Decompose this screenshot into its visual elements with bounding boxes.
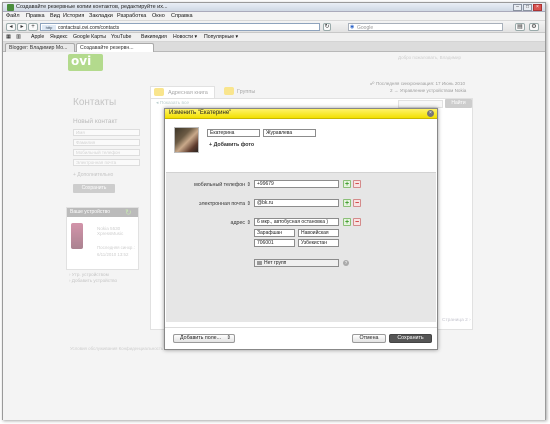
- bookmark-popular[interactable]: Популярные ▾: [204, 34, 238, 40]
- add-photo-link[interactable]: + Добавить фото: [209, 142, 254, 148]
- protocol-badge: http: [42, 25, 56, 30]
- search-box[interactable]: ◉ Google: [348, 23, 503, 31]
- address-label[interactable]: адрес ⇕: [185, 220, 252, 226]
- maximize-button[interactable]: □: [523, 4, 532, 11]
- menu-bar: Файл Правка Вид История Закладки Разрабо…: [3, 12, 545, 21]
- add-address-icon[interactable]: +: [343, 218, 351, 226]
- close-button[interactable]: ×: [533, 4, 542, 11]
- bookmark-apple[interactable]: Apple: [31, 34, 44, 40]
- search-placeholder: Google: [357, 25, 374, 31]
- address-region-field[interactable]: Навоийская: [298, 229, 339, 237]
- email-field[interactable]: @bk.ru: [254, 199, 339, 207]
- back-icon[interactable]: ◂: [6, 23, 16, 31]
- dialog-fields-area: [166, 172, 436, 322]
- bookmarks-icon[interactable]: ▦: [6, 34, 11, 40]
- tab-ovi-contacts[interactable]: Создавайте резервн...: [76, 43, 154, 52]
- menu-window[interactable]: Окно: [152, 13, 165, 19]
- forward-icon[interactable]: ▸: [17, 23, 27, 31]
- add-email-icon[interactable]: +: [343, 199, 351, 207]
- help-icon[interactable]: ?: [343, 260, 349, 266]
- group-icon: [257, 260, 262, 265]
- phone-label[interactable]: мобильный телефон ⇕: [185, 182, 251, 188]
- remove-address-icon[interactable]: −: [353, 218, 361, 226]
- first-name-field[interactable]: Екатерина: [207, 129, 260, 137]
- close-dialog-icon[interactable]: ×: [427, 110, 434, 117]
- settings-gear-icon[interactable]: ⚙: [529, 23, 539, 31]
- app-icon: [7, 4, 14, 11]
- bookmark-news[interactable]: Новости ▾: [173, 34, 197, 40]
- reload-icon[interactable]: ↻: [323, 23, 331, 31]
- menu-file[interactable]: Файл: [6, 13, 20, 19]
- email-label[interactable]: электронная почта ⇕: [185, 201, 251, 207]
- save-button[interactable]: Сохранить: [389, 334, 432, 343]
- menu-history[interactable]: История: [63, 13, 84, 19]
- edit-contact-dialog: Изменить "Екатерине" × Екатерина Журавле…: [164, 108, 438, 350]
- page-menu-icon[interactable]: ▤: [515, 23, 525, 31]
- minimize-button[interactable]: –: [513, 4, 522, 11]
- address-bar[interactable]: http contactsui.ovi.com/contacts: [40, 23, 320, 31]
- tab-blogger[interactable]: Blogger: Владимир Мо...: [5, 43, 75, 52]
- window-title: Создавайте резервные копии контактов, ре…: [16, 4, 168, 10]
- dialog-footer: Добавить поле... ⇕ Отмена Сохранить: [165, 327, 437, 349]
- title-bar: Создавайте резервные копии контактов, ре…: [3, 3, 545, 12]
- bookmark-wikipedia[interactable]: Википедия: [141, 34, 167, 40]
- remove-email-icon[interactable]: −: [353, 199, 361, 207]
- add-phone-icon[interactable]: +: [343, 180, 351, 188]
- chevron-down-icon: ⇕: [226, 335, 231, 341]
- menu-view[interactable]: Вид: [50, 13, 60, 19]
- tab-bar: Blogger: Владимир Мо... Создавайте резер…: [3, 42, 545, 52]
- address-street-field[interactable]: 6 мкр., автобусная остановка ): [254, 218, 339, 226]
- phone-field[interactable]: +99679: [254, 180, 339, 188]
- contact-photo[interactable]: [174, 127, 199, 153]
- remove-phone-icon[interactable]: −: [353, 180, 361, 188]
- dialog-header: Изменить "Екатерине" ×: [165, 109, 437, 119]
- address-country-field[interactable]: Узбекистан: [298, 239, 339, 247]
- add-field-dropdown[interactable]: Добавить поле... ⇕: [173, 334, 235, 343]
- top-sites-icon[interactable]: ▥: [16, 34, 21, 40]
- address-city-field[interactable]: Зарафшан: [254, 229, 295, 237]
- bookmark-youtube[interactable]: YouTube: [111, 34, 131, 40]
- group-select[interactable]: Нет групп: [254, 259, 339, 267]
- bookmark-google-maps[interactable]: Google Карты: [73, 34, 106, 40]
- menu-edit[interactable]: Правка: [26, 13, 45, 19]
- cancel-button[interactable]: Отмена: [352, 334, 386, 343]
- last-name-field[interactable]: Журавлева: [263, 129, 316, 137]
- url-text[interactable]: contactsui.ovi.com/contacts: [58, 25, 119, 31]
- google-search-icon: ◉: [350, 24, 355, 30]
- bookmark-yandex[interactable]: Яндекс: [50, 34, 67, 40]
- add-bookmark-icon[interactable]: +: [28, 23, 38, 31]
- bookmarks-bar: ▦ ▥ Apple Яндекс Google Карты YouTube Ви…: [3, 33, 545, 42]
- dialog-title: Изменить "Екатерине": [169, 110, 232, 116]
- menu-develop[interactable]: Разработка: [117, 13, 146, 19]
- menu-bookmarks[interactable]: Закладки: [89, 13, 113, 19]
- navigation-toolbar: ◂ ▸ + http contactsui.ovi.com/contacts ↻…: [3, 21, 545, 33]
- address-zip-field[interactable]: 706001: [254, 239, 295, 247]
- menu-help[interactable]: Справка: [171, 13, 193, 19]
